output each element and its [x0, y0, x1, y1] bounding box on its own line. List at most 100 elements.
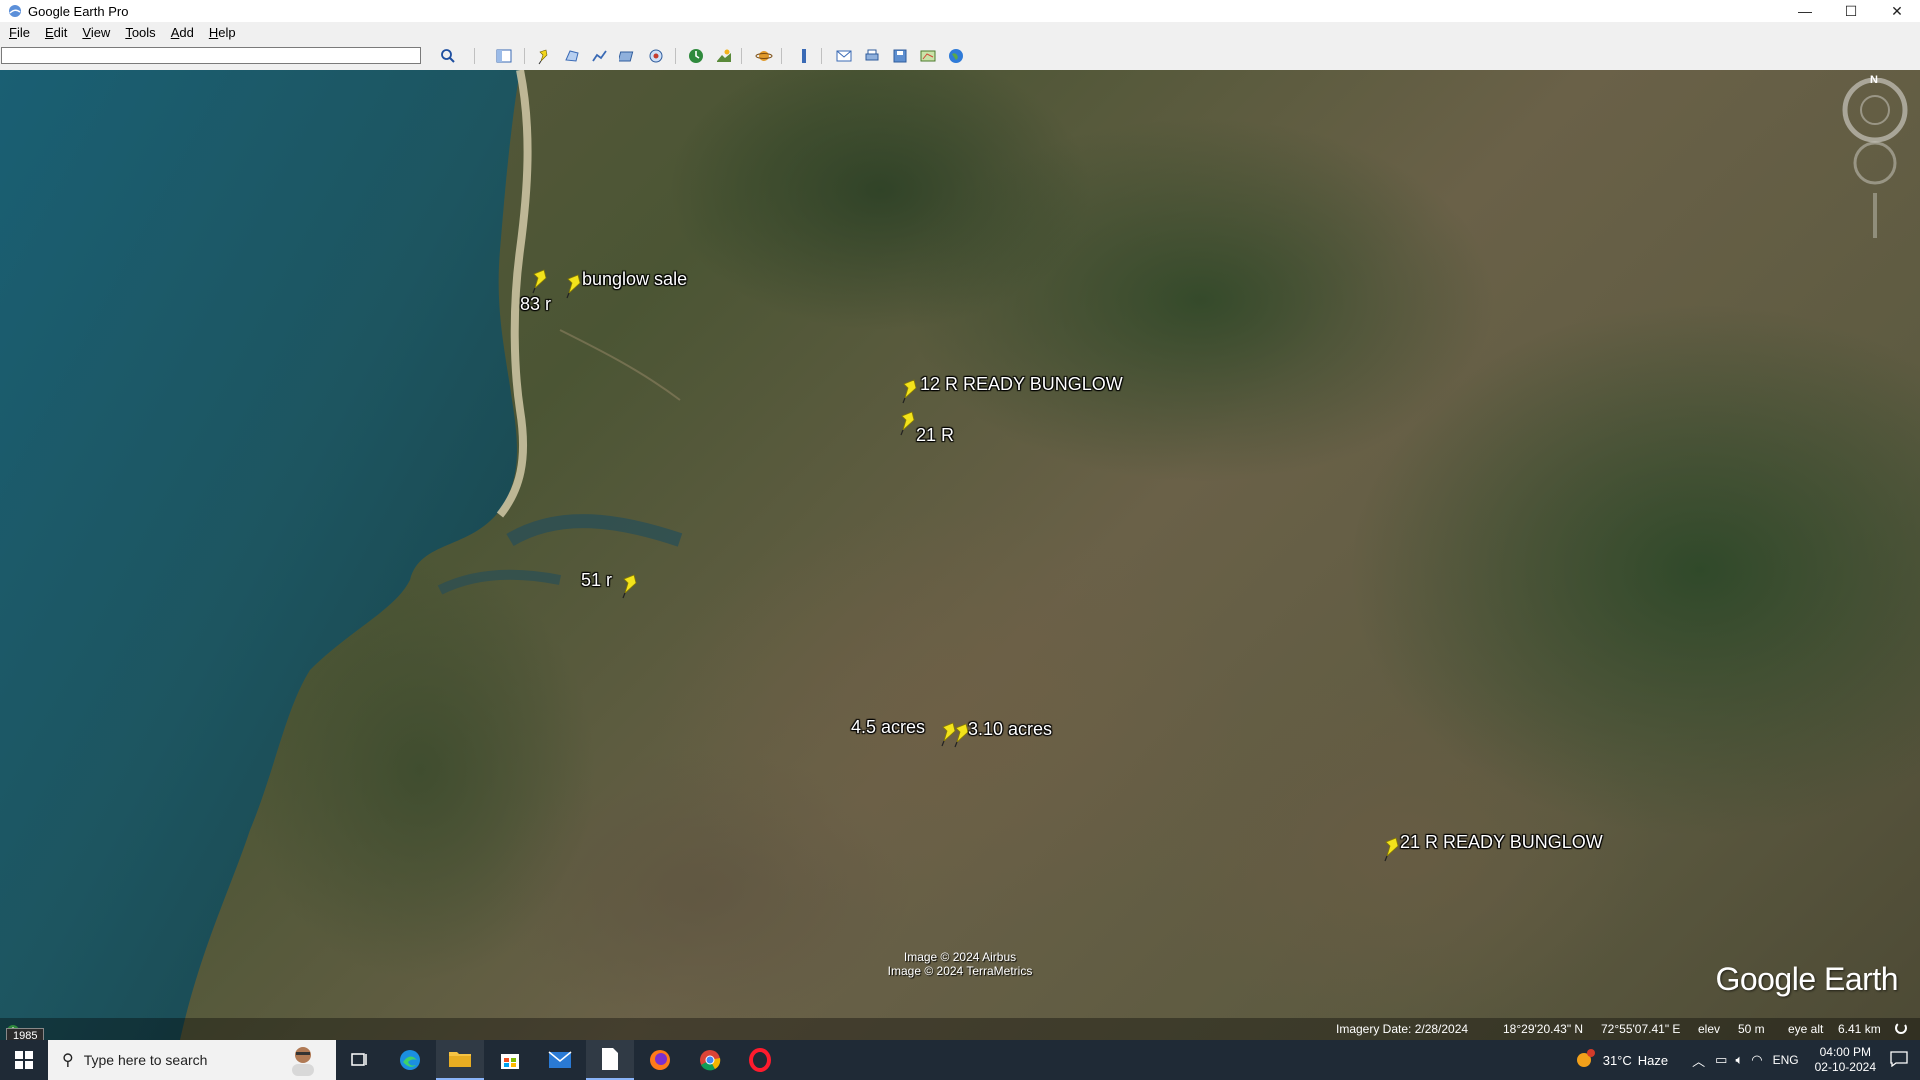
meet-now-icon[interactable]: ▭: [1715, 1052, 1727, 1068]
save-image-button[interactable]: [889, 46, 911, 66]
notifications-icon[interactable]: [1890, 1050, 1908, 1070]
toolbar-separator: [675, 48, 676, 64]
email-button[interactable]: [833, 46, 855, 66]
pushpin-icon: [532, 269, 547, 294]
search-button[interactable]: [437, 46, 459, 66]
streaming-indicator-icon: [1894, 1021, 1908, 1038]
taskbar-mail[interactable]: [536, 1040, 584, 1080]
taskbar-google-earth[interactable]: [586, 1040, 634, 1080]
placemark-label[interactable]: 83 r: [520, 294, 551, 315]
longitude-readout: 72°55'07.41" E: [1601, 1022, 1681, 1036]
toolbar-separator: [741, 48, 742, 64]
minimize-button[interactable]: —: [1782, 0, 1828, 22]
sidebar-toggle-button[interactable]: [493, 46, 515, 66]
placemark-label[interactable]: 12 R READY BUNGLOW: [920, 374, 1123, 395]
placemark-label[interactable]: 21 R: [916, 425, 954, 446]
menu-view[interactable]: View: [73, 25, 116, 40]
navigation-controls[interactable]: N: [1840, 74, 1910, 238]
taskbar-microsoft-store[interactable]: [486, 1040, 534, 1080]
google-earth-app-icon: [8, 4, 22, 18]
menu-edit-accel: E: [44, 24, 54, 40]
placemark-label[interactable]: 4.5 acres: [851, 717, 925, 738]
close-button[interactable]: ✕: [1874, 0, 1920, 22]
task-view-icon: [351, 1053, 367, 1066]
store-icon: [501, 1054, 519, 1069]
sunlight-button[interactable]: [713, 46, 735, 66]
add-polygon-button[interactable]: [561, 46, 583, 66]
menu-add[interactable]: Add: [162, 25, 200, 40]
placemark-label[interactable]: 21 R READY BUNGLOW: [1400, 832, 1603, 853]
elevation-label: elev: [1698, 1022, 1721, 1036]
taskbar-file-explorer[interactable]: [436, 1040, 484, 1080]
view-in-maps-button[interactable]: [917, 46, 939, 66]
weather-temperature[interactable]: 31°C: [1603, 1053, 1632, 1068]
elevation-value: 50 m: [1738, 1022, 1765, 1036]
credit-line-1: Image © 2024 Airbus: [903, 950, 1017, 964]
google-earth-logo: Google Earth: [1715, 961, 1898, 997]
imagery-credits: Image © 2024 Airbus Image © 2024 TerraMe…: [860, 950, 1060, 978]
taskbar-search-box[interactable]: ⚲ Type here to search: [48, 1040, 336, 1080]
map-icon: [920, 50, 936, 62]
search-input[interactable]: [1, 47, 421, 64]
placemark-icon: [538, 49, 548, 65]
opera-icon: [749, 1048, 771, 1072]
historical-imagery-button[interactable]: [685, 46, 707, 66]
weather-icon[interactable]: [1575, 1048, 1597, 1072]
search-icon: [441, 49, 455, 63]
menu-edit-rest: dit: [53, 24, 68, 40]
historical-year-badge[interactable]: 1985: [6, 1028, 45, 1040]
add-image-overlay-button[interactable]: [617, 46, 639, 66]
menu-help[interactable]: Help: [200, 25, 242, 40]
taskbar-opera[interactable]: [736, 1040, 784, 1080]
search-highlight-avatar-icon: [286, 1042, 320, 1079]
wifi-icon[interactable]: ◠: [1751, 1052, 1762, 1068]
maximize-button[interactable]: ☐: [1828, 0, 1874, 22]
task-view-button[interactable]: [336, 1040, 384, 1080]
chevron-up-icon[interactable]: ︿: [1692, 1051, 1705, 1070]
edge-icon: [400, 1050, 420, 1070]
windows-logo-icon: [15, 1051, 33, 1069]
print-button[interactable]: [861, 46, 883, 66]
pushpin-icon: [622, 574, 637, 599]
taskbar-search-placeholder: Type here to search: [83, 1052, 208, 1068]
placemark-pin[interactable]: [530, 268, 552, 294]
taskbar-firefox[interactable]: [636, 1040, 684, 1080]
polygon-icon: [565, 50, 579, 62]
placemark-label[interactable]: 51 r: [581, 570, 612, 591]
earth-gallery-button[interactable]: [945, 46, 967, 66]
planets-button[interactable]: [753, 46, 775, 66]
language-indicator[interactable]: ENG: [1773, 1053, 1799, 1067]
placemark-pin[interactable]: [620, 573, 642, 599]
menu-help-rest: elp: [218, 24, 236, 40]
start-button[interactable]: [0, 1040, 48, 1080]
sea-area: [0, 70, 683, 1040]
placemark-label[interactable]: bunglow sale: [582, 269, 687, 290]
earth-map-view[interactable]: N 83 r bunglow sale 12 R READY BUNGLOW 2…: [0, 70, 1920, 1040]
record-tour-button[interactable]: [645, 46, 667, 66]
add-path-button[interactable]: [589, 46, 611, 66]
clock-date: 02-10-2024: [1814, 1060, 1876, 1074]
taskbar-edge[interactable]: [386, 1040, 434, 1080]
menu-edit[interactable]: Edit: [36, 25, 73, 40]
ruler-button[interactable]: [793, 46, 815, 66]
historical-imagery-slider[interactable]: 1985: [6, 1024, 45, 1040]
menu-tools[interactable]: Tools: [116, 25, 161, 40]
placemark-pin[interactable]: [900, 378, 922, 404]
taskbar-chrome[interactable]: [686, 1040, 734, 1080]
add-placemark-button[interactable]: [533, 46, 555, 66]
placemark-label[interactable]: 3.10 acres: [968, 719, 1052, 740]
toolbar: [0, 42, 1920, 71]
weather-description[interactable]: Haze: [1638, 1053, 1668, 1068]
email-icon: [836, 50, 852, 62]
compass-icon[interactable]: [1840, 77, 1910, 238]
status-bar: 1985 Imagery Date: 2/28/2024 18°29'20.43…: [0, 1018, 1920, 1040]
taskbar-clock[interactable]: 04:00 PM 02-10-2024: [1815, 1045, 1876, 1075]
pushpin-icon: [902, 379, 917, 404]
record-tour-icon: [649, 49, 663, 63]
menu-file[interactable]: File: [0, 25, 36, 40]
menu-tools-rest: ools: [131, 24, 156, 40]
menu-help-accel: H: [208, 24, 219, 40]
chrome-icon: [700, 1050, 721, 1071]
search-icon: ⚲: [62, 1052, 74, 1069]
speaker-icon[interactable]: 🔈︎: [1735, 1052, 1743, 1068]
